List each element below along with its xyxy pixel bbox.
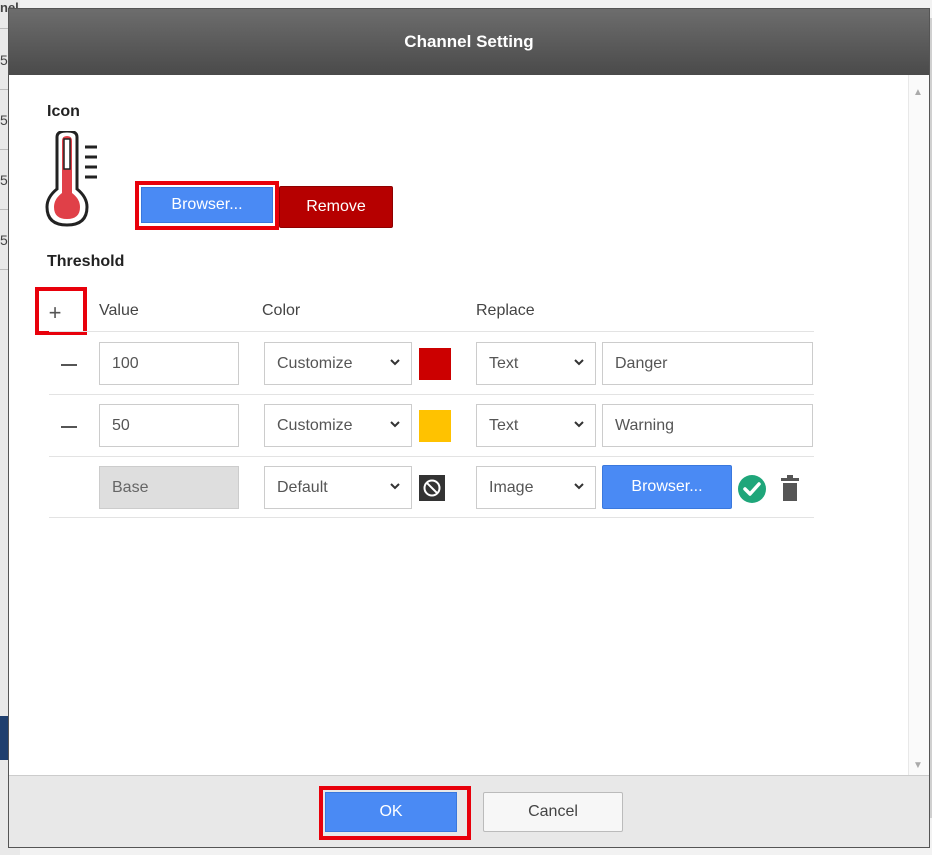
replace-column-header: Replace [476, 302, 535, 319]
replace-type-select[interactable]: Image [476, 466, 596, 509]
threshold-section-label: Threshold [47, 253, 125, 270]
replace-type-value: Text [489, 354, 519, 372]
header-divider [49, 331, 814, 332]
add-threshold-icon[interactable]: + [47, 302, 63, 324]
icon-browse-button[interactable]: Browser... [141, 187, 273, 223]
dialog-footer: OK Cancel [9, 775, 929, 847]
scroll-up-arrow-icon[interactable]: ▲ [913, 87, 923, 98]
remove-threshold-icon[interactable] [61, 364, 77, 366]
icon-remove-button[interactable]: Remove [279, 186, 393, 228]
color-swatch[interactable] [419, 348, 451, 380]
dialog-title: Channel Setting [9, 9, 929, 75]
replace-text-field[interactable]: Warning [602, 404, 813, 447]
chevron-down-icon [574, 359, 584, 366]
color-mode-value: Customize [277, 354, 353, 372]
chevron-down-icon [574, 483, 584, 490]
value-column-header: Value [99, 302, 139, 319]
color-mode-select[interactable]: Default [264, 466, 412, 509]
remove-threshold-icon[interactable] [61, 426, 77, 428]
color-mode-select[interactable]: Customize [264, 404, 412, 447]
check-circle-icon [738, 475, 766, 503]
thermometer-icon [45, 131, 97, 227]
row-divider [49, 456, 814, 457]
chevron-down-icon [390, 421, 400, 428]
color-mode-value: Customize [277, 416, 353, 434]
no-color-icon[interactable] [419, 475, 445, 501]
trash-icon[interactable] [780, 475, 800, 501]
scroll-down-arrow-icon[interactable]: ▼ [913, 760, 923, 771]
color-swatch[interactable] [419, 410, 451, 442]
icon-section-label: Icon [47, 103, 80, 120]
channel-setting-dialog: Channel Setting ▲ ▼ Icon Browser... Remo… [8, 8, 930, 848]
dialog-scrollbar[interactable]: ▲ ▼ [908, 75, 929, 775]
image-browse-button[interactable]: Browser... [602, 465, 732, 509]
chevron-down-icon [390, 359, 400, 366]
replace-text-field[interactable]: Danger [602, 342, 813, 385]
row-divider [49, 394, 814, 395]
row-divider [49, 517, 814, 518]
chevron-down-icon [574, 421, 584, 428]
chevron-down-icon [390, 483, 400, 490]
color-mode-select[interactable]: Customize [264, 342, 412, 385]
color-mode-value: Default [277, 478, 328, 496]
replace-type-value: Text [489, 416, 519, 434]
replace-type-value: Image [489, 478, 534, 496]
threshold-value-field[interactable]: 100 [99, 342, 239, 385]
replace-type-select[interactable]: Text [476, 342, 596, 385]
color-column-header: Color [262, 302, 301, 319]
base-value-field: Base [99, 466, 239, 509]
cancel-button[interactable]: Cancel [483, 792, 623, 832]
ok-button[interactable]: OK [325, 792, 457, 832]
replace-type-select[interactable]: Text [476, 404, 596, 447]
threshold-value-field[interactable]: 50 [99, 404, 239, 447]
